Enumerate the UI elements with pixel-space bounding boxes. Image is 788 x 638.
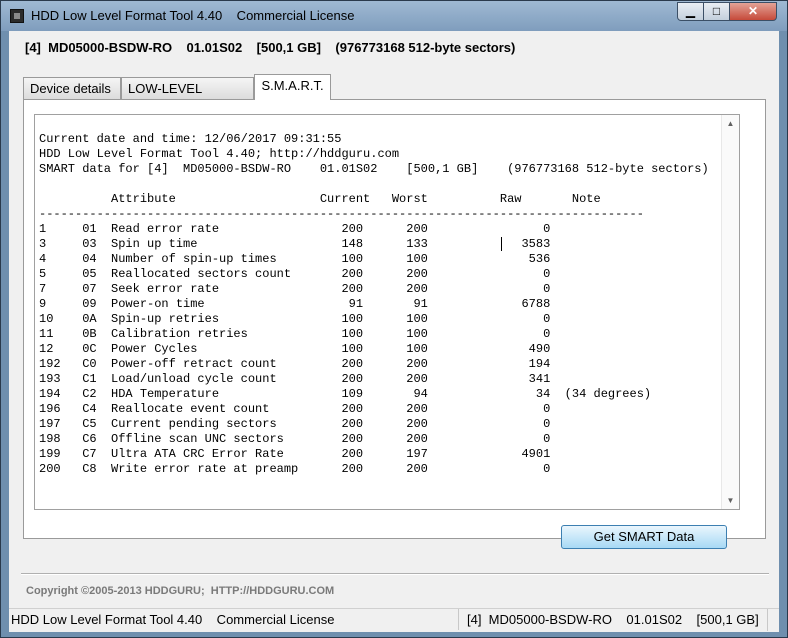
smart-attribute-row: 198 C6 Offline scan UNC sectors 200 200 …	[39, 432, 551, 446]
text-caret	[501, 237, 502, 251]
client-area: [4] MD05000-BSDW-RO 01.01S02 [500,1 GB] …	[9, 31, 779, 632]
scroll-up-arrow-icon[interactable]: ▲	[722, 115, 739, 132]
smart-attribute-row: 199 C7 Ultra ATA CRC Error Rate 200 197 …	[39, 447, 551, 461]
smart-attribute-row: 1 01 Read error rate 200 200 0	[39, 222, 551, 236]
vertical-scrollbar[interactable]: ▲ ▼	[721, 115, 739, 509]
get-smart-data-button[interactable]: Get SMART Data	[561, 525, 727, 549]
divider	[21, 573, 769, 575]
close-button[interactable]: ✕	[729, 2, 777, 21]
smart-attribute-row: 9 09 Power-on time 91 91 6788	[39, 297, 551, 311]
device-header: [4] MD05000-BSDW-RO 01.01S02 [500,1 GB] …	[25, 40, 516, 55]
smart-attribute-row: 4 04 Number of spin-up times 100 100 536	[39, 252, 551, 266]
maximize-button[interactable]: □	[703, 2, 730, 21]
smart-report-text: Current date and time: 12/06/2017 09:31:…	[39, 132, 709, 477]
window-title: HDD Low Level Format Tool 4.40 Commercia…	[31, 8, 355, 23]
app-icon[interactable]	[10, 9, 24, 23]
copyright-text: Copyright ©2005-2013 HDDGURU; HTTP://HDD…	[26, 585, 335, 597]
title-bar[interactable]: HDD Low Level Format Tool 4.40 Commercia…	[1, 1, 787, 31]
app-window: HDD Low Level Format Tool 4.40 Commercia…	[0, 0, 788, 638]
report-table-header-line: Attribute Current Worst Raw Note	[39, 192, 601, 206]
status-device: [4] MD05000-BSDW-RO 01.01S02 [500,1 GB] …	[458, 609, 768, 630]
tab-smart[interactable]: S.M.A.R.T.	[254, 74, 331, 100]
smart-attribute-row: 7 07 Seek error rate 200 200 0	[39, 282, 551, 296]
status-bar: HDD Low Level Format Tool 4.40 Commercia…	[9, 608, 779, 632]
smart-attribute-row: 193 C1 Load/unload cycle count 200 200 3…	[39, 372, 551, 386]
tab-low-level-format[interactable]: LOW-LEVEL FORMAT	[121, 77, 254, 117]
report-header-line: Current date and time: 12/06/2017 09:31:…	[39, 132, 342, 146]
report-header-line: SMART data for [4] MD05000-BSDW-RO 01.01…	[39, 162, 709, 176]
resize-grip[interactable]	[767, 609, 780, 631]
smart-attribute-row: 196 C4 Reallocate event count 200 200 0	[39, 402, 551, 416]
status-license: HDD Low Level Format Tool 4.40 Commercia…	[11, 612, 335, 627]
report-header-line: HDD Low Level Format Tool 4.40; http://h…	[39, 147, 400, 161]
report-table-header-line: ----------------------------------------…	[39, 207, 644, 221]
smart-report-textbox[interactable]: Current date and time: 12/06/2017 09:31:…	[34, 114, 740, 510]
smart-attribute-row: 194 C2 HDA Temperature 109 94 34 (34 deg…	[39, 387, 652, 401]
smart-attribute-row: 200 C8 Write error rate at preamp 200 20…	[39, 462, 551, 476]
smart-attribute-row: 10 0A Spin-up retries 100 100 0	[39, 312, 551, 326]
smart-tab-panel: Current date and time: 12/06/2017 09:31:…	[23, 99, 766, 539]
smart-attribute-row: 5 05 Reallocated sectors count 200 200 0	[39, 267, 551, 281]
smart-attribute-row: 192 C0 Power-off retract count 200 200 1…	[39, 357, 551, 371]
smart-attribute-row: 11 0B Calibration retries 100 100 0	[39, 327, 551, 341]
smart-attribute-row: 197 C5 Current pending sectors 200 200 0	[39, 417, 551, 431]
smart-attribute-row: 12 0C Power Cycles 100 100 490	[39, 342, 551, 356]
tab-device-details[interactable]: Device details	[23, 77, 121, 99]
scroll-down-arrow-icon[interactable]: ▼	[722, 492, 739, 509]
smart-attribute-row: 3 03 Spin up time 148 133 3583	[39, 237, 551, 251]
minimize-button[interactable]: ▁	[677, 2, 704, 21]
